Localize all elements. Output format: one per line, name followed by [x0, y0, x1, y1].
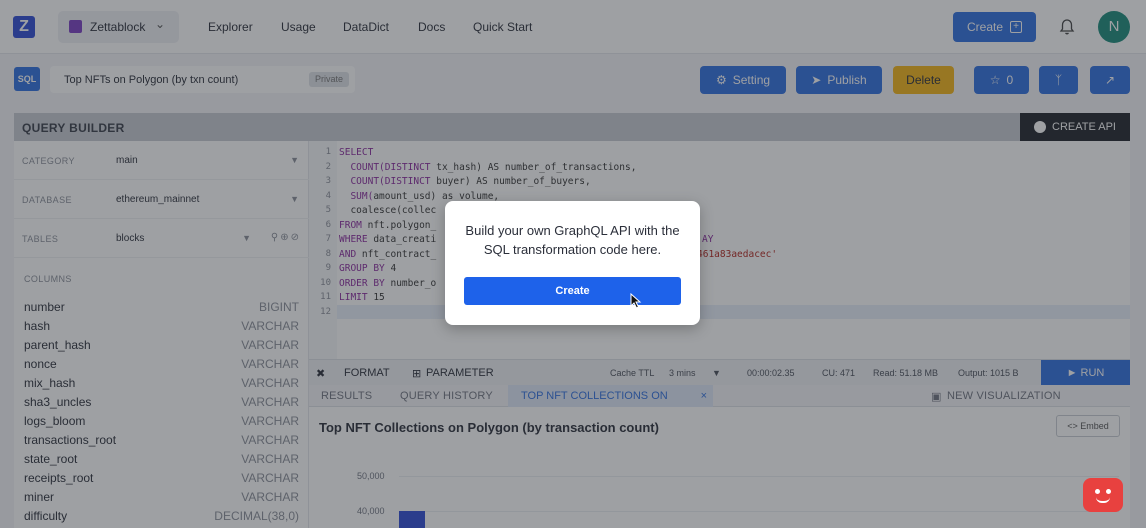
chat-eye [1106, 489, 1111, 494]
create-api-popover: Build your own GraphQL API with the SQL … [445, 201, 700, 325]
chat-widget-icon[interactable] [1083, 478, 1123, 512]
chat-smile [1096, 497, 1110, 503]
chat-eye [1095, 489, 1100, 494]
popover-message: Build your own GraphQL API with the SQL … [465, 223, 680, 257]
mouse-cursor-icon [630, 293, 642, 309]
popover-create-button[interactable]: Create [464, 277, 681, 305]
